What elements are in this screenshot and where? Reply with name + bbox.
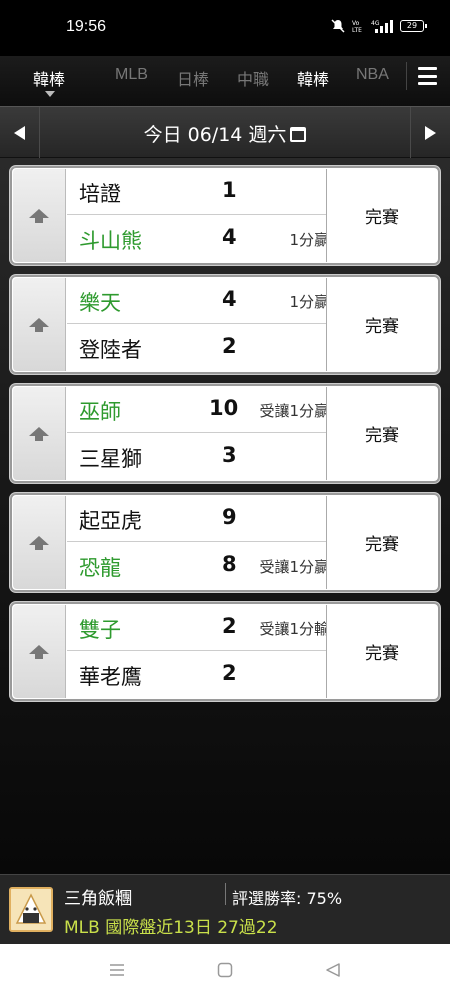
status-bar: 19:56 Vo LTE 4G 29 <box>0 0 450 56</box>
home-team-row: 登陸者 2 <box>67 325 337 371</box>
team-score: 8 <box>222 552 237 576</box>
team-score: 4 <box>222 287 237 311</box>
system-nav-bar <box>0 944 450 1000</box>
active-tab-indicator <box>45 91 55 97</box>
tipster-banner[interactable]: 三角飯糰 評選勝率: 75% MLB 國際盤近13日 27過22 <box>0 874 450 944</box>
expand-arrow-icon <box>29 208 49 223</box>
game-card[interactable]: 巫師 10 受讓1分贏 三星獅 3 完賽 <box>10 384 440 483</box>
tab-divider <box>406 62 407 90</box>
home-team-row: 恐龍 8 受讓1分贏 <box>67 543 337 589</box>
team-name: 恐龍 <box>79 556 121 580</box>
expand-arrow-icon <box>29 426 49 441</box>
tab-npb[interactable]: 日棒 <box>177 66 209 90</box>
away-team-row: 培證 1 <box>67 169 337 215</box>
arrow-right-icon <box>425 126 436 140</box>
home-team-row: 華老鷹 2 <box>67 652 337 698</box>
team-name: 華老鷹 <box>79 665 142 689</box>
mute-icon <box>331 19 345 33</box>
team-name: 三星獅 <box>79 447 142 471</box>
expand-button[interactable] <box>13 605 66 698</box>
svg-text:LTE: LTE <box>352 27 362 33</box>
team-result-note: 1分贏 <box>289 293 329 311</box>
away-team-row: 起亞虎 9 <box>67 496 337 542</box>
expand-arrow-icon <box>29 535 49 550</box>
team-score: 3 <box>222 443 237 467</box>
svg-text:4G: 4G <box>371 20 380 27</box>
game-card[interactable]: 培證 1 斗山熊 4 1分贏 完賽 <box>10 166 440 265</box>
back-icon[interactable] <box>325 962 341 978</box>
team-score: 1 <box>222 178 237 202</box>
home-icon[interactable] <box>217 962 233 978</box>
next-day-button[interactable] <box>410 107 450 159</box>
divider <box>225 883 226 905</box>
team-name: 樂天 <box>79 291 121 315</box>
team-score: 9 <box>222 505 237 529</box>
date-label: 今日 06/14 週六 <box>143 124 287 146</box>
expand-button[interactable] <box>13 496 66 589</box>
team-score: 2 <box>222 661 237 685</box>
team-result-note: 1分贏 <box>289 231 329 249</box>
game-card[interactable]: 雙子 2 受讓1分輸 華老鷹 2 完賽 <box>10 602 440 701</box>
battery-icon: 29 <box>400 20 427 32</box>
tab-kbo-2[interactable]: 韓棒 <box>297 66 329 90</box>
avatar <box>9 887 53 932</box>
expand-arrow-icon <box>29 644 49 659</box>
team-name: 起亞虎 <box>79 509 142 533</box>
expand-button[interactable] <box>13 169 66 262</box>
menu-icon[interactable] <box>418 67 437 85</box>
team-name: 培證 <box>79 182 121 206</box>
tab-cpbl[interactable]: 中職 <box>237 66 269 90</box>
games-list: 培證 1 斗山熊 4 1分贏 完賽 樂天 4 1分贏 登陸者 2 完賽 巫師 1… <box>0 158 450 874</box>
team-name: 巫師 <box>79 400 121 424</box>
home-team-row: 三星獅 3 <box>67 434 337 480</box>
game-status: 完賽 <box>326 496 437 589</box>
team-result-note: 受讓1分贏 <box>259 402 329 420</box>
calendar-icon <box>290 127 307 142</box>
tab-kbo[interactable]: 韓棒 <box>33 66 65 90</box>
away-team-row: 巫師 10 受讓1分贏 <box>67 387 337 433</box>
volte-icon: Vo LTE <box>352 20 362 33</box>
expand-arrow-icon <box>29 317 49 332</box>
home-team-row: 斗山熊 4 1分贏 <box>67 216 337 262</box>
date-bar: 今日 06/14 週六 <box>0 106 450 159</box>
team-score: 4 <box>222 225 237 249</box>
tipster-win-rate: 評選勝率: 75% <box>232 889 343 908</box>
tipster-record: MLB 國際盤近13日 27過22 <box>64 918 278 938</box>
game-status: 完賽 <box>326 387 437 480</box>
game-card[interactable]: 起亞虎 9 恐龍 8 受讓1分贏 完賽 <box>10 493 440 592</box>
status-icons: Vo LTE 4G 29 <box>331 19 427 33</box>
date-selector[interactable]: 今日 06/14 週六 <box>0 120 450 147</box>
signal-4g-icon: 4G <box>371 20 393 33</box>
game-card[interactable]: 樂天 4 1分贏 登陸者 2 完賽 <box>10 275 440 374</box>
league-tab-bar: 韓棒 MLB 日棒 中職 韓棒 NBA <box>0 56 450 106</box>
game-status: 完賽 <box>326 605 437 698</box>
away-team-row: 樂天 4 1分贏 <box>67 278 337 324</box>
status-time: 19:56 <box>66 18 107 35</box>
game-status: 完賽 <box>326 169 437 262</box>
team-name: 登陸者 <box>79 338 142 362</box>
tab-mlb[interactable]: MLB <box>115 66 148 84</box>
team-score: 10 <box>209 396 239 420</box>
tab-nba[interactable]: NBA <box>356 66 389 84</box>
svg-text:Vo: Vo <box>352 20 360 27</box>
team-result-note: 受讓1分輸 <box>259 620 329 638</box>
game-status: 完賽 <box>326 278 437 371</box>
team-result-note: 受讓1分贏 <box>259 558 329 576</box>
recent-apps-icon[interactable] <box>109 962 125 978</box>
rice-ball-avatar-icon <box>11 889 51 930</box>
team-name: 雙子 <box>79 618 121 642</box>
expand-button[interactable] <box>13 387 66 480</box>
team-name: 斗山熊 <box>79 229 142 253</box>
team-score: 2 <box>222 614 237 638</box>
away-team-row: 雙子 2 受讓1分輸 <box>67 605 337 651</box>
tipster-name: 三角飯糰 <box>64 889 132 909</box>
team-score: 2 <box>222 334 237 358</box>
expand-button[interactable] <box>13 278 66 371</box>
